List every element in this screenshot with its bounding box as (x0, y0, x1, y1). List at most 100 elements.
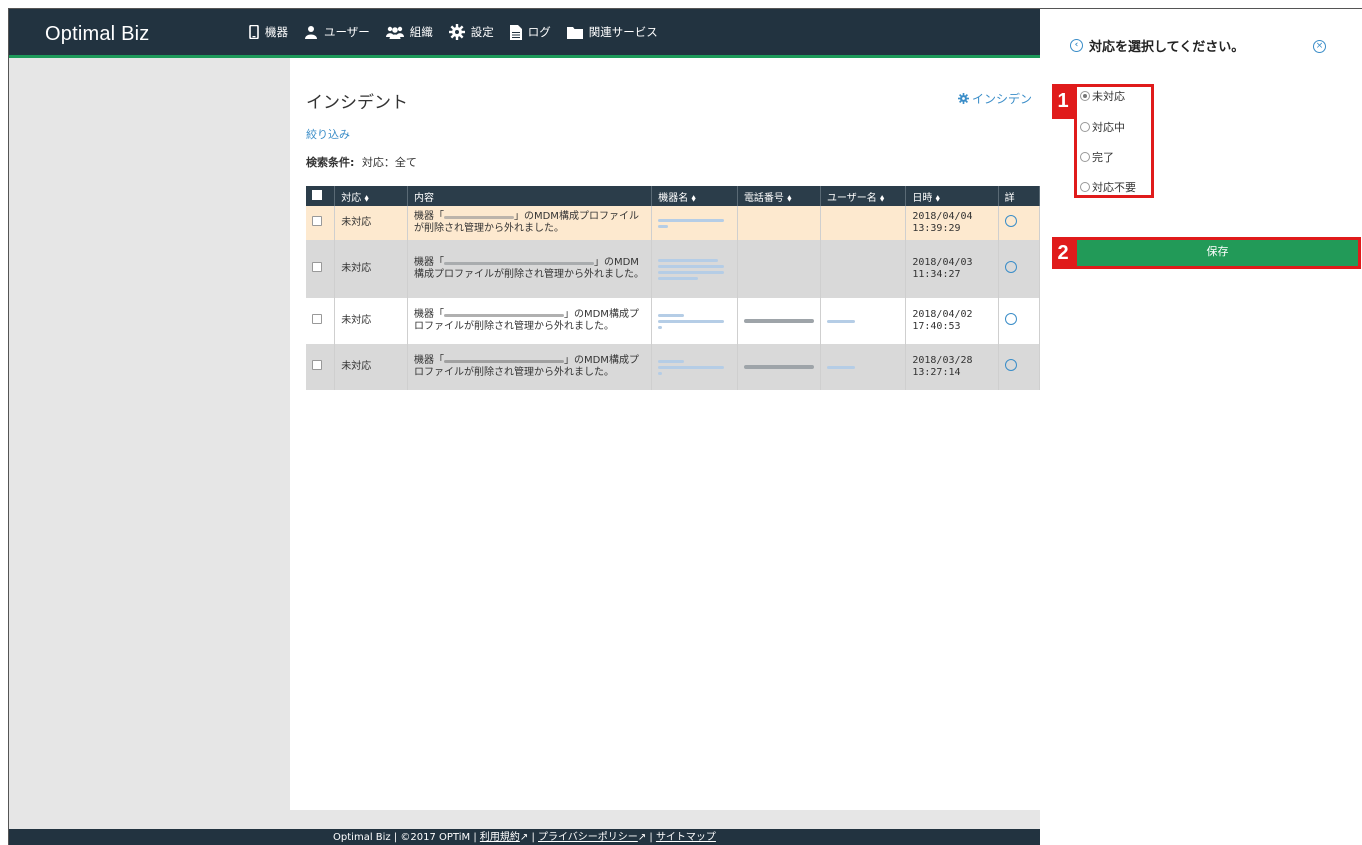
radio-button[interactable] (1080, 91, 1090, 101)
document-icon (509, 24, 522, 40)
main-content: インシデント インシデン 絞り込み 検索条件: 対応：全て 対応 ⬧ 内容 機器… (290, 58, 1041, 810)
device-cell[interactable] (651, 240, 738, 298)
radio-option-not-required[interactable]: 対応不要 (1080, 179, 1136, 195)
filter-link[interactable]: 絞り込み (306, 126, 350, 142)
redacted-text (658, 359, 685, 363)
redacted-text (658, 224, 669, 228)
incident-table: 対応 ⬧ 内容 機器名 ⬧ 電話番号 ⬧ ユーザー名 ⬧ 日時 ⬧ 詳 未対応 … (306, 186, 1041, 390)
terms-link[interactable]: 利用規約 (480, 832, 520, 843)
detail-arrow-icon[interactable] (1004, 313, 1017, 325)
column-header-user[interactable]: ユーザー名 ⬧ (820, 186, 907, 206)
select-all-checkbox[interactable] (312, 189, 322, 200)
detail-arrow-icon[interactable] (1004, 215, 1017, 227)
user-cell[interactable] (820, 298, 907, 344)
search-cond-value: 対応：全て (361, 156, 417, 169)
footer: Optimal Biz | ©2017 OPTiM | 利用規約↗ | プライバ… (9, 829, 1040, 845)
redacted-text (826, 366, 855, 369)
column-header-device[interactable]: 機器名 ⬧ (651, 186, 738, 206)
radio-option-completed[interactable]: 完了 (1080, 149, 1114, 165)
date-cell: 2018/03/28 13:27:14 (905, 344, 999, 390)
device-icon (249, 25, 259, 39)
table-row[interactable]: 未対応 機器「 」のMDM構成プロファイルが削除され管理から外れました。 2018… (306, 298, 1041, 344)
gear-icon (958, 93, 969, 104)
detail-arrow-icon[interactable] (1004, 261, 1017, 273)
detail-cell[interactable] (998, 240, 1041, 298)
row-checkbox[interactable] (312, 314, 322, 324)
device-cell[interactable] (651, 344, 738, 390)
nav-label: 機器 (265, 25, 288, 39)
phone-cell (737, 206, 821, 240)
table-row[interactable]: 未対応 機器「 」のMDM構成プロファイルが削除され管理から外れました。 2018… (306, 240, 1041, 298)
nav-item-related-services[interactable]: 関連サービス (566, 24, 658, 40)
sitemap-link[interactable]: サイトマップ (656, 832, 716, 843)
content-cell: 機器「 」のMDM構成プロファイルが削除され管理から外れました。 (407, 344, 653, 390)
user-cell[interactable] (820, 344, 907, 390)
close-icon[interactable]: × (1313, 40, 1326, 53)
settings-link-label: インシデン (972, 92, 1033, 106)
detail-cell[interactable] (998, 298, 1041, 344)
redacted-text (443, 216, 514, 219)
step-badge-1: 1 (1052, 84, 1074, 119)
step-badge-2: 2 (1052, 237, 1074, 269)
phone-cell (737, 344, 821, 390)
group-icon (385, 26, 404, 39)
date-cell: 2018/04/03 11:34:27 (905, 240, 999, 298)
row-checkbox[interactable] (312, 262, 322, 272)
detail-cell[interactable] (998, 206, 1041, 240)
redacted-text (443, 314, 564, 317)
phone-cell (737, 240, 821, 298)
nav-item-settings[interactable]: 設定 (448, 24, 494, 40)
nav-label: ログ (527, 25, 551, 39)
redacted-text (826, 320, 855, 323)
nav-label: 設定 (470, 25, 494, 39)
device-cell[interactable] (651, 206, 738, 240)
redacted-text (658, 365, 725, 369)
user-icon (305, 26, 317, 39)
nav-item-devices[interactable]: 機器 (249, 24, 288, 40)
radio-option-in-progress[interactable]: 対応中 (1080, 119, 1125, 135)
radio-button[interactable] (1080, 182, 1090, 192)
date-cell: 2018/04/02 17:40:53 (905, 298, 999, 344)
nav-item-logs[interactable]: ログ (509, 24, 551, 40)
status-cell: 未対応 (334, 298, 408, 344)
external-link-icon: ↗ (519, 832, 529, 843)
column-header-phone[interactable]: 電話番号 ⬧ (737, 186, 821, 206)
content-cell: 機器「 」のMDM構成プロファイルが削除され管理から外れました。 (407, 206, 653, 240)
row-checkbox[interactable] (312, 360, 322, 370)
status-cell: 未対応 (334, 344, 408, 390)
table-row[interactable]: 未対応 機器「 」のMDM構成プロファイルが削除され管理から外れました。 2018… (306, 206, 1041, 240)
redacted-text (658, 258, 719, 262)
redacted-text (658, 264, 725, 268)
redacted-text (658, 313, 685, 317)
column-header-date[interactable]: 日時 ⬧ (905, 186, 999, 206)
radio-button[interactable] (1080, 152, 1090, 162)
folder-icon (566, 26, 583, 39)
search-cond-label: 検索条件: (306, 156, 355, 169)
nav-item-users[interactable]: ユーザー (304, 24, 370, 40)
brand-logo[interactable]: Optimal Biz (45, 23, 149, 46)
nav-item-organization[interactable]: 組織 (385, 24, 433, 40)
back-icon[interactable]: ‹ (1070, 39, 1083, 52)
column-header-status[interactable]: 対応 ⬧ (334, 186, 408, 206)
nav-label: ユーザー (324, 25, 370, 39)
privacy-link[interactable]: プライバシーポリシー (538, 832, 638, 843)
nav-label: 関連サービス (588, 25, 658, 39)
save-button[interactable]: 保存 (1074, 237, 1361, 269)
status-cell: 未対応 (334, 240, 408, 298)
radio-option-unhandled[interactable]: 未対応 (1080, 88, 1125, 104)
incident-settings-link[interactable]: インシデン (958, 90, 1032, 107)
column-header-detail: 詳 (998, 186, 1041, 206)
select-all-header (306, 186, 336, 206)
table-row[interactable]: 未対応 機器「 」のMDM構成プロファイルが削除され管理から外れました。 2018… (306, 344, 1041, 390)
redacted-text (658, 218, 725, 222)
row-checkbox[interactable] (312, 216, 322, 226)
detail-arrow-icon[interactable] (1004, 359, 1017, 371)
status-cell: 未対応 (334, 206, 408, 240)
redacted-text (743, 319, 814, 323)
device-cell[interactable] (651, 298, 738, 344)
user-cell (820, 240, 907, 298)
detail-cell[interactable] (998, 344, 1041, 390)
gear-icon (448, 24, 465, 40)
radio-button[interactable] (1080, 122, 1090, 132)
panel-title: 対応を選択してください。 (1089, 40, 1245, 55)
